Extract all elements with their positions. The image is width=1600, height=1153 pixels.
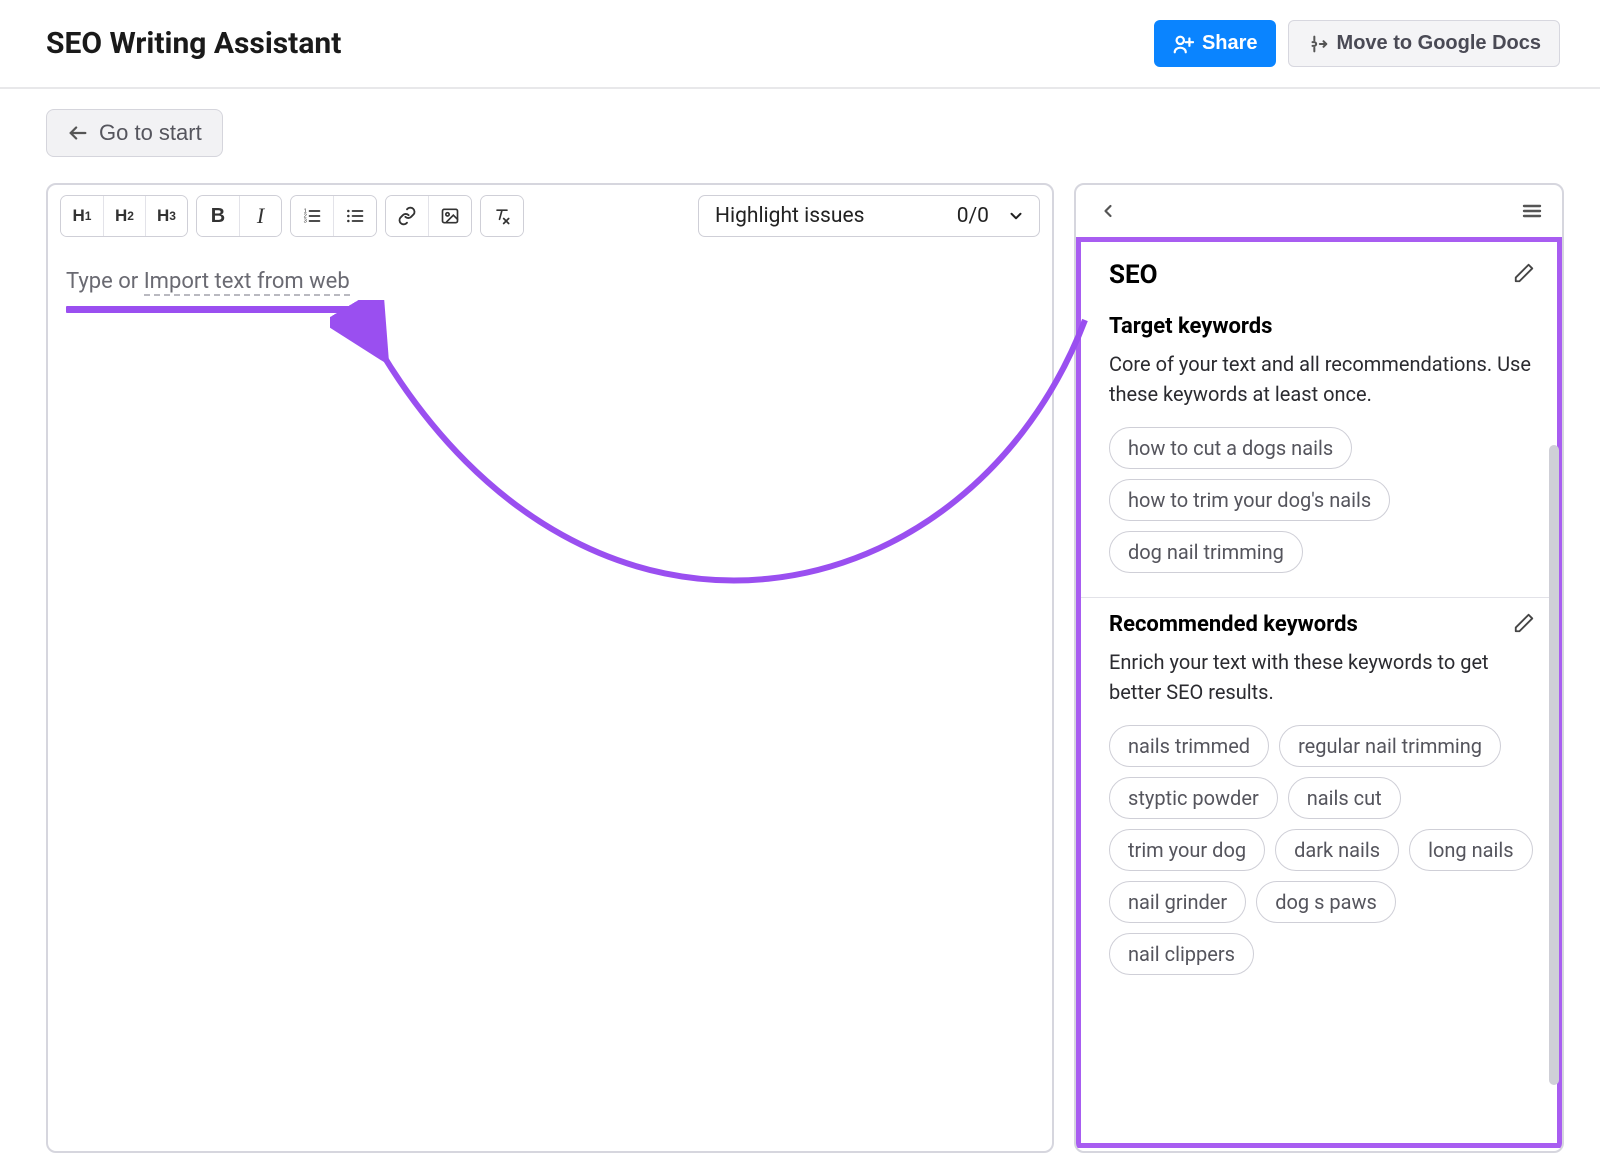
ordered-list-icon: 123 bbox=[302, 206, 322, 226]
move-to-gdocs-button[interactable]: Move to Google Docs bbox=[1288, 20, 1560, 67]
seo-heading-row: SEO bbox=[1081, 242, 1557, 300]
seo-panel-body: SEO Target keywords Core of your text an… bbox=[1076, 237, 1562, 1148]
keyword-pill[interactable]: nails cut bbox=[1288, 777, 1401, 819]
h1-button[interactable]: H1 bbox=[61, 196, 103, 236]
workspace: H1 H2 H3 B I 123 bbox=[0, 165, 1600, 1153]
ordered-list-button[interactable]: 123 bbox=[291, 196, 333, 236]
pencil-icon bbox=[1513, 612, 1535, 634]
target-heading: Target keywords bbox=[1109, 314, 1535, 339]
target-desc: Core of your text and all recommendation… bbox=[1109, 349, 1535, 409]
keyword-pill[interactable]: long nails bbox=[1409, 829, 1532, 871]
recommended-keywords-section: Recommended keywords Enrich your text wi… bbox=[1081, 597, 1557, 999]
keyword-pill[interactable]: dog s paws bbox=[1256, 881, 1396, 923]
link-icon bbox=[397, 206, 417, 226]
format-group: B I bbox=[196, 195, 282, 237]
keyword-pill[interactable]: trim your dog bbox=[1109, 829, 1265, 871]
keyword-pill[interactable]: nail clippers bbox=[1109, 933, 1254, 975]
go-to-start-button[interactable]: Go to start bbox=[46, 109, 223, 157]
move-label: Move to Google Docs bbox=[1337, 32, 1541, 55]
keyword-pill[interactable]: dog nail trimming bbox=[1109, 531, 1303, 573]
link-button[interactable] bbox=[386, 196, 428, 236]
share-label: Share bbox=[1202, 32, 1258, 55]
hamburger-icon bbox=[1520, 199, 1544, 223]
app-header: SEO Writing Assistant Share Move to Goog… bbox=[0, 0, 1600, 89]
subheader: Go to start bbox=[0, 89, 1600, 165]
insert-group bbox=[385, 195, 472, 237]
editor-pane: H1 H2 H3 B I 123 bbox=[46, 183, 1054, 1153]
unordered-list-button[interactable] bbox=[333, 196, 376, 236]
heading-group: H1 H2 H3 bbox=[60, 195, 188, 237]
annotation-underline bbox=[66, 306, 354, 313]
issues-label: Highlight issues bbox=[715, 204, 864, 228]
keyword-pill[interactable]: regular nail trimming bbox=[1279, 725, 1501, 767]
share-button[interactable]: Share bbox=[1154, 20, 1276, 67]
image-icon bbox=[440, 206, 460, 226]
chevron-left-icon bbox=[1098, 201, 1118, 221]
keyword-pill[interactable]: nail grinder bbox=[1109, 881, 1246, 923]
highlight-issues-dropdown[interactable]: Highlight issues 0/0 bbox=[698, 195, 1040, 237]
back-label: Go to start bbox=[99, 120, 202, 146]
clear-group bbox=[480, 195, 524, 237]
keyword-pill[interactable]: styptic powder bbox=[1109, 777, 1278, 819]
clear-format-icon bbox=[492, 206, 512, 226]
chevron-down-icon bbox=[1007, 207, 1025, 225]
panel-scrollbar[interactable] bbox=[1549, 445, 1559, 1085]
bold-button[interactable]: B bbox=[197, 196, 239, 236]
h3-button[interactable]: H3 bbox=[145, 196, 187, 236]
unordered-list-icon bbox=[345, 206, 365, 226]
seo-side-panel: SEO Target keywords Core of your text an… bbox=[1074, 183, 1564, 1153]
editor-body[interactable]: Type or Import text from web bbox=[48, 247, 1052, 335]
app-title: SEO Writing Assistant bbox=[46, 26, 341, 61]
h2-button[interactable]: H2 bbox=[103, 196, 145, 236]
list-group: 123 bbox=[290, 195, 377, 237]
edit-recommended-button[interactable] bbox=[1513, 612, 1535, 638]
header-actions: Share Move to Google Docs bbox=[1154, 20, 1560, 67]
target-keyword-list: how to cut a dogs nails how to trim your … bbox=[1109, 427, 1535, 573]
keyword-pill[interactable]: how to cut a dogs nails bbox=[1109, 427, 1352, 469]
seo-title: SEO bbox=[1109, 260, 1158, 290]
import-from-web-link[interactable]: Import text from web bbox=[144, 269, 350, 296]
italic-button[interactable]: I bbox=[239, 196, 281, 236]
recommended-keyword-list: nails trimmedregular nail trimmingstypti… bbox=[1109, 725, 1535, 975]
image-button[interactable] bbox=[428, 196, 471, 236]
arrow-left-icon bbox=[67, 122, 89, 144]
recommended-desc: Enrich your text with these keywords to … bbox=[1109, 647, 1535, 707]
export-icon bbox=[1307, 33, 1329, 55]
keyword-pill[interactable]: nails trimmed bbox=[1109, 725, 1269, 767]
issues-count: 0/0 bbox=[957, 204, 989, 228]
editor-toolbar: H1 H2 H3 B I 123 bbox=[48, 185, 1052, 247]
target-keywords-section: Target keywords Core of your text and al… bbox=[1081, 300, 1557, 597]
keyword-pill[interactable]: dark nails bbox=[1275, 829, 1399, 871]
pencil-icon bbox=[1513, 262, 1535, 284]
editor-placeholder: Type or Import text from web bbox=[66, 269, 350, 300]
side-panel-header bbox=[1076, 185, 1562, 237]
placeholder-prefix: Type or bbox=[66, 269, 144, 294]
clear-format-button[interactable] bbox=[481, 196, 523, 236]
edit-seo-button[interactable] bbox=[1513, 262, 1535, 288]
share-icon bbox=[1172, 33, 1194, 55]
panel-menu-button[interactable] bbox=[1520, 199, 1544, 227]
svg-text:3: 3 bbox=[304, 219, 307, 225]
recommended-heading: Recommended keywords bbox=[1109, 612, 1358, 637]
keyword-pill[interactable]: how to trim your dog's nails bbox=[1109, 479, 1390, 521]
panel-back-button[interactable] bbox=[1098, 201, 1118, 225]
